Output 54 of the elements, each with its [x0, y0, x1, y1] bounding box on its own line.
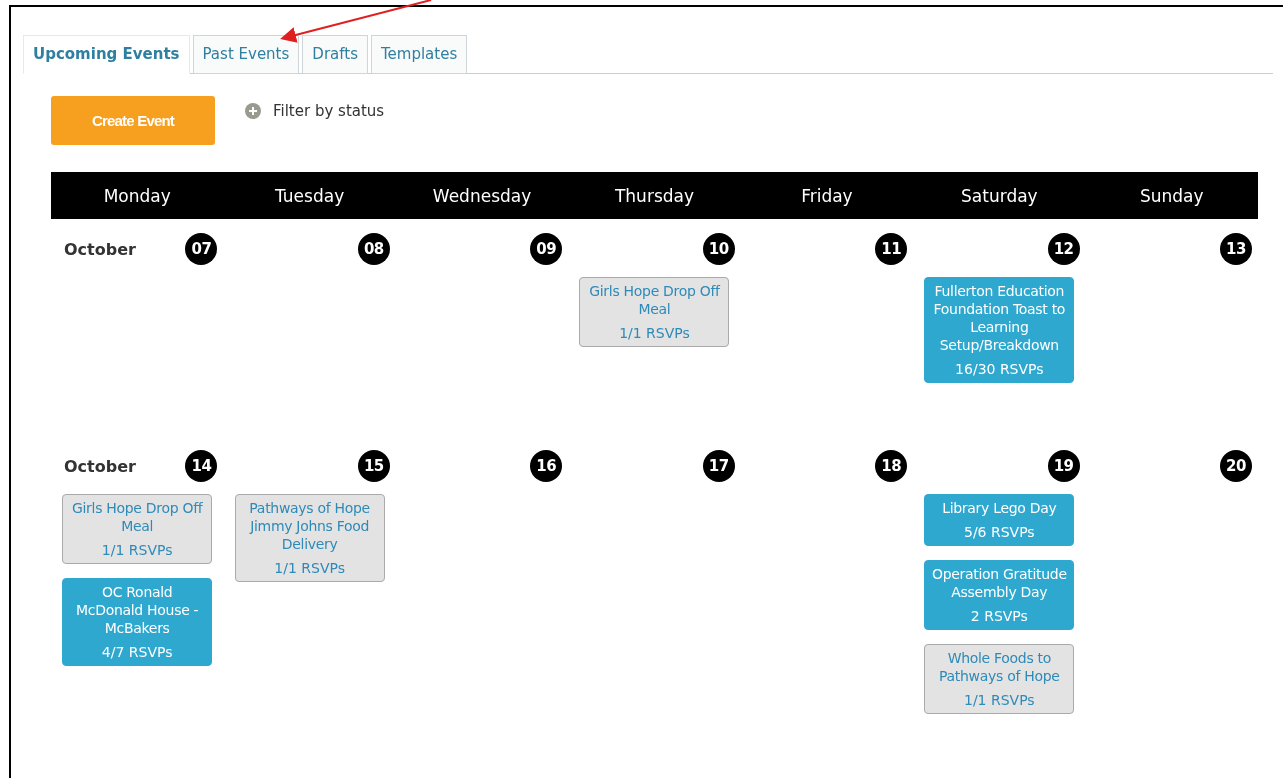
day-number: 07	[185, 233, 218, 265]
event-title: Girls Hope Drop Off Meal	[588, 282, 722, 318]
day-number: 17	[702, 450, 735, 482]
day-number: 08	[357, 233, 390, 265]
event-card[interactable]: Whole Foods to Pathways of Hope 1/1 RSVPs	[924, 644, 1075, 714]
weekday-label: Sunday	[1138, 185, 1205, 206]
weekday-label: Thursday	[613, 185, 695, 206]
day-number: 20	[1220, 450, 1252, 482]
filter-toggle[interactable]: Filter by status	[245, 96, 385, 126]
rsvp-count: 1/1 RSVPs	[618, 324, 691, 342]
tab[interactable]: Templates	[370, 35, 468, 74]
rsvp-count: 4/7 RSVPs	[100, 643, 174, 661]
tab[interactable]: Past Events	[192, 35, 300, 74]
event-card[interactable]: Fullerton Education Foundation Toast to Learning Setup/Breakdown 16/30 RSVPs	[924, 277, 1075, 383]
event-title: Fullerton Education Foundation Toast to Learning Setup/Breakdown	[932, 282, 1067, 354]
day-number: 09	[530, 233, 563, 265]
rsvp-count: 2 RSVPs	[969, 607, 1029, 625]
event-card[interactable]: Girls Hope Drop Off Meal 1/1 RSVPs	[579, 277, 730, 347]
weekday-label: Wednesday	[431, 185, 533, 206]
day-number: 12	[1047, 233, 1080, 265]
weekday-label: Saturday	[960, 185, 1039, 206]
event-card[interactable]: Girls Hope Drop Off Meal 1/1 RSVPs	[62, 494, 213, 564]
day-number: 19	[1047, 450, 1080, 482]
event-title: Pathways of Hope Jimmy Johns Food Delivery	[248, 499, 371, 553]
tab[interactable]: Drafts	[302, 35, 368, 74]
day-number: 13	[1220, 233, 1252, 265]
event-card[interactable]: Pathways of Hope Jimmy Johns Food Delivery 1/1 RSVPs	[234, 494, 385, 582]
rsvp-count: 1/1 RSVPs	[273, 559, 346, 577]
day-number: 18	[875, 450, 908, 482]
event-title: OC Ronald McDonald House - McBakers	[75, 583, 200, 637]
rsvp-count: 5/6 RSVPs	[963, 523, 1036, 541]
event-title: Whole Foods to Pathways of Hope	[938, 649, 1061, 685]
rsvp-count: 16/30 RSVPs	[954, 360, 1045, 378]
day-number: 14	[185, 450, 218, 482]
create-event-button[interactable]: Create Event	[51, 96, 215, 145]
day-number: 11	[875, 233, 908, 265]
event-title: Operation Gratitude Assembly Day	[931, 565, 1068, 601]
weekday-label: Monday	[102, 185, 172, 206]
month-label: October	[64, 456, 136, 476]
event-title: Girls Hope Drop Off Meal	[70, 499, 204, 535]
event-card[interactable]: OC Ronald McDonald House - McBakers 4/7 RSVPs	[62, 578, 213, 666]
rsvp-count: 1/1 RSVPs	[963, 691, 1036, 709]
event-card[interactable]: Library Lego Day 5/6 RSVPs	[924, 494, 1075, 546]
event-title: Library Lego Day	[941, 499, 1058, 517]
tab[interactable]: Upcoming Events	[23, 35, 190, 74]
month-label: October	[64, 239, 136, 259]
weekday-label: Friday	[800, 185, 854, 206]
day-number: 10	[702, 233, 735, 265]
rsvp-count: 1/1 RSVPs	[100, 541, 174, 559]
day-number: 15	[357, 450, 390, 482]
plus-icon	[245, 103, 261, 119]
event-card[interactable]: Operation Gratitude Assembly Day 2 RSVPs	[924, 560, 1075, 630]
weekday-label: Tuesday	[274, 185, 346, 206]
day-number: 16	[530, 450, 563, 482]
